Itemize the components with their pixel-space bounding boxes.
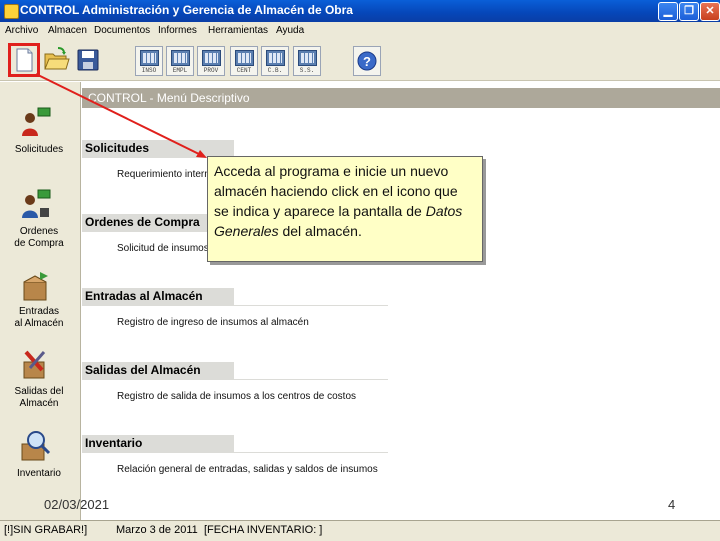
callout-text: Acceda al programa e inicie un nuevo alm… xyxy=(214,163,458,219)
title-bar: CONTROL Administración y Gerencia de Alm… xyxy=(0,0,720,22)
sidebar-item-label: al Almacén xyxy=(14,318,64,329)
person-order-icon xyxy=(22,189,51,218)
table-icon xyxy=(171,50,190,66)
cb-button[interactable]: C.B. xyxy=(261,46,289,76)
new-document-button[interactable] xyxy=(8,43,40,77)
callout-text-end: del almacén. xyxy=(278,223,362,239)
insumos-label: INSO xyxy=(141,67,157,74)
section-title-solicitudes[interactable]: Solicitudes xyxy=(82,140,234,157)
section-title-salidas[interactable]: Salidas del Almacén xyxy=(82,362,234,379)
ss-button[interactable]: S.S. xyxy=(293,46,321,76)
table-icon xyxy=(298,50,317,66)
status-save-state: [!]SIN GRABAR!] xyxy=(4,524,88,536)
svg-text:?: ? xyxy=(363,54,371,69)
main-header: CONTROL - Menú Descriptivo xyxy=(82,88,720,108)
centros-label: CENT xyxy=(236,67,252,74)
new-document-icon xyxy=(16,48,33,72)
status-inventory-date: [FECHA INVENTARIO: ] xyxy=(204,524,323,536)
section-desc-entradas: Registro de ingreso de insumos al almacé… xyxy=(117,317,309,328)
section-desc-ordenes-de-compra: Solicitud de insumos xyxy=(117,243,209,254)
save-button[interactable] xyxy=(74,44,102,74)
centros-button[interactable]: CENT xyxy=(230,46,258,76)
slide-date: 02/03/2021 xyxy=(44,497,110,512)
minimize-button[interactable]: ▁ xyxy=(658,2,678,21)
app-name: CONTROL xyxy=(20,3,80,17)
menu-documentos[interactable]: Documentos xyxy=(94,25,150,36)
table-icon xyxy=(235,50,254,66)
sidebar-item-label: Entradas xyxy=(18,306,60,317)
instruction-callout: Acceda al programa e inicie un nuevo alm… xyxy=(207,156,483,262)
sidebar-item-label: de Compra xyxy=(14,238,64,249)
table-icon xyxy=(140,50,159,66)
empleados-label: EMPL xyxy=(172,67,188,74)
sidebar: Solicitudes Ordenes de Compra Entradas a… xyxy=(0,82,81,520)
window-title: Administración y Gerencia de Almacén de … xyxy=(82,3,353,17)
section-desc-salidas: Registro de salida de insumos a los cent… xyxy=(117,391,357,402)
insumos-button[interactable]: INSO xyxy=(135,46,163,76)
section-title-inventario[interactable]: Inventario xyxy=(82,435,234,452)
slide-number: 4 xyxy=(668,497,676,512)
section-divider xyxy=(82,305,388,306)
sidebar-item-label: Ordenes xyxy=(19,226,59,237)
sidebar-item-label: Inventario xyxy=(17,468,61,479)
section-divider xyxy=(82,379,388,380)
app-icon xyxy=(4,4,19,19)
menu-almacen[interactable]: Almacen xyxy=(48,25,87,36)
menu-ayuda[interactable]: Ayuda xyxy=(276,25,304,36)
sidebar-item-label: Salidas del xyxy=(14,386,64,397)
section-desc-inventario: Relación general de entradas, salidas y … xyxy=(117,464,378,475)
maximize-button[interactable]: ❐ xyxy=(679,2,699,21)
proveedores-label: PROV xyxy=(203,67,219,74)
cb-label: C.B. xyxy=(267,67,283,74)
open-folder-button[interactable] xyxy=(42,44,70,74)
toolbar: INSO EMPL PROV CENT C.B. S.S. ? xyxy=(0,40,720,81)
menu-bar: Archivo Almacen Documentos Informes Herr… xyxy=(0,22,720,40)
sidebar-item-label: Almacén xyxy=(19,398,59,409)
close-button[interactable]: ✕ xyxy=(700,2,720,21)
sidebar-item-label: Solicitudes xyxy=(14,144,64,155)
help-icon: ? xyxy=(357,51,377,71)
menu-informes[interactable]: Informes xyxy=(158,25,197,36)
magnifier-box-icon xyxy=(21,431,51,461)
pointer-arrow xyxy=(35,73,207,158)
tools-out-icon xyxy=(23,350,46,379)
section-desc-solicitudes: Requerimiento interno xyxy=(117,169,216,180)
menu-herramientas[interactable]: Herramientas xyxy=(208,25,268,36)
section-title-entradas[interactable]: Entradas al Almacén xyxy=(82,288,234,305)
table-icon xyxy=(202,50,221,66)
status-bar: [!]SIN GRABAR!] Marzo 3 de 2011 [FECHA I… xyxy=(0,520,720,541)
status-date: Marzo 3 de 2011 xyxy=(116,524,198,536)
section-divider xyxy=(82,452,388,453)
menu-archivo[interactable]: Archivo xyxy=(5,25,38,36)
box-in-icon xyxy=(23,272,48,301)
help-button[interactable]: ? xyxy=(353,46,381,76)
table-icon xyxy=(266,50,285,66)
floppy-disk-icon xyxy=(77,49,99,71)
empleados-button[interactable]: EMPL xyxy=(166,46,194,76)
person-request-icon xyxy=(22,107,51,136)
open-folder-icon xyxy=(44,47,70,70)
ss-label: S.S. xyxy=(299,67,315,74)
proveedores-button[interactable]: PROV xyxy=(197,46,225,76)
